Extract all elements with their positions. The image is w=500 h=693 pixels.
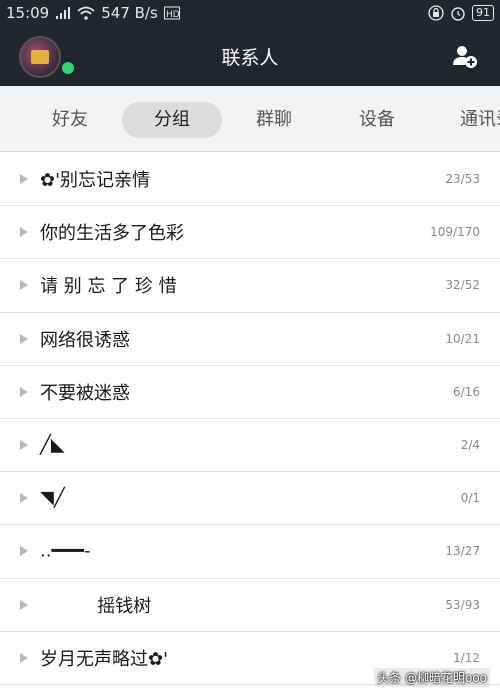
add-contact-icon [453,46,477,68]
group-count: 6/16 [453,384,480,399]
expand-arrow-icon [20,546,28,557]
network-speed: 547 B/s [101,4,158,22]
group-count: 53/93 [445,597,480,612]
battery-indicator: 91 [472,5,494,21]
avatar-image [31,50,49,64]
group-row[interactable]: 摇钱树 53/93 [0,578,500,632]
group-count: 0/1 [460,491,480,506]
expand-arrow-icon [20,599,28,610]
group-row[interactable]: ..━━━- 13/27 [0,525,500,579]
group-row[interactable]: ◥╱ 0/1 [0,472,500,526]
group-list: ✿'别忘记亲情 23/53 你的生活多了色彩 109/170 请 别 忘 了 珍… [0,153,500,685]
tab-devices[interactable]: 设备 [335,102,419,138]
group-count: 10/21 [445,331,480,346]
group-name: 摇钱树 [40,595,152,617]
tab-bar: 好友 分组 群聊 设备 通讯录 [0,86,500,152]
status-time: 15:09 [6,4,50,22]
group-name: ✿'别忘记亲情 [40,170,151,192]
signal-icon [55,6,71,20]
add-contact-button[interactable] [452,43,478,69]
group-count: 32/52 [445,278,480,293]
group-name: ..━━━- [40,540,91,562]
group-count: 13/27 [445,544,480,559]
hd-icon: HD [163,6,180,20]
page-title: 联系人 [221,46,279,69]
header-bar: 联系人 [0,26,500,86]
expand-arrow-icon [20,440,28,451]
group-row[interactable]: 你的生活多了色彩 109/170 [0,206,500,260]
group-row[interactable]: ✿'别忘记亲情 23/53 [0,153,500,207]
lock-icon [428,5,444,21]
group-name: 网络很诱惑 [40,329,130,351]
tab-group-chats[interactable]: 群聊 [232,102,316,138]
expand-arrow-icon [20,333,28,344]
status-bar: 15:09 547 B/s HD 91 [0,0,500,26]
group-row[interactable]: ╱◣ 2/4 [0,418,500,473]
group-count: 23/53 [445,172,480,187]
group-name: ◥╱ [40,487,65,509]
svg-text:HD: HD [166,10,180,20]
alarm-icon [450,5,466,21]
tab-groups[interactable]: 分组 [122,102,222,138]
expand-arrow-icon [20,227,28,238]
online-status-dot [60,60,76,76]
expand-arrow-icon [20,280,28,291]
tab-friends[interactable]: 好友 [28,102,112,138]
group-name: 你的生活多了色彩 [40,223,184,245]
tab-address-book[interactable]: 通讯录 [446,102,500,138]
group-row[interactable]: 不要被迷惑 6/16 [0,365,500,419]
expand-arrow-icon [20,652,28,663]
group-name: 岁月无声略过✿' [40,648,169,670]
group-name: ╱◣ [40,434,65,456]
expand-arrow-icon [20,386,28,397]
group-count: 2/4 [460,438,480,453]
group-name: 请 别 忘 了 珍 惜 [40,276,177,298]
group-count: 109/170 [430,225,480,240]
group-row[interactable]: 网络很诱惑 10/21 [0,312,500,366]
watermark: 头条 @柳暗花明ooo [374,668,490,687]
group-row[interactable]: 请 别 忘 了 珍 惜 32/52 [0,259,500,313]
avatar[interactable] [19,36,61,78]
group-count: 1/12 [453,650,480,665]
expand-arrow-icon [20,174,28,185]
expand-arrow-icon [20,493,28,504]
group-name: 不要被迷惑 [40,382,130,404]
wifi-icon [77,6,95,20]
